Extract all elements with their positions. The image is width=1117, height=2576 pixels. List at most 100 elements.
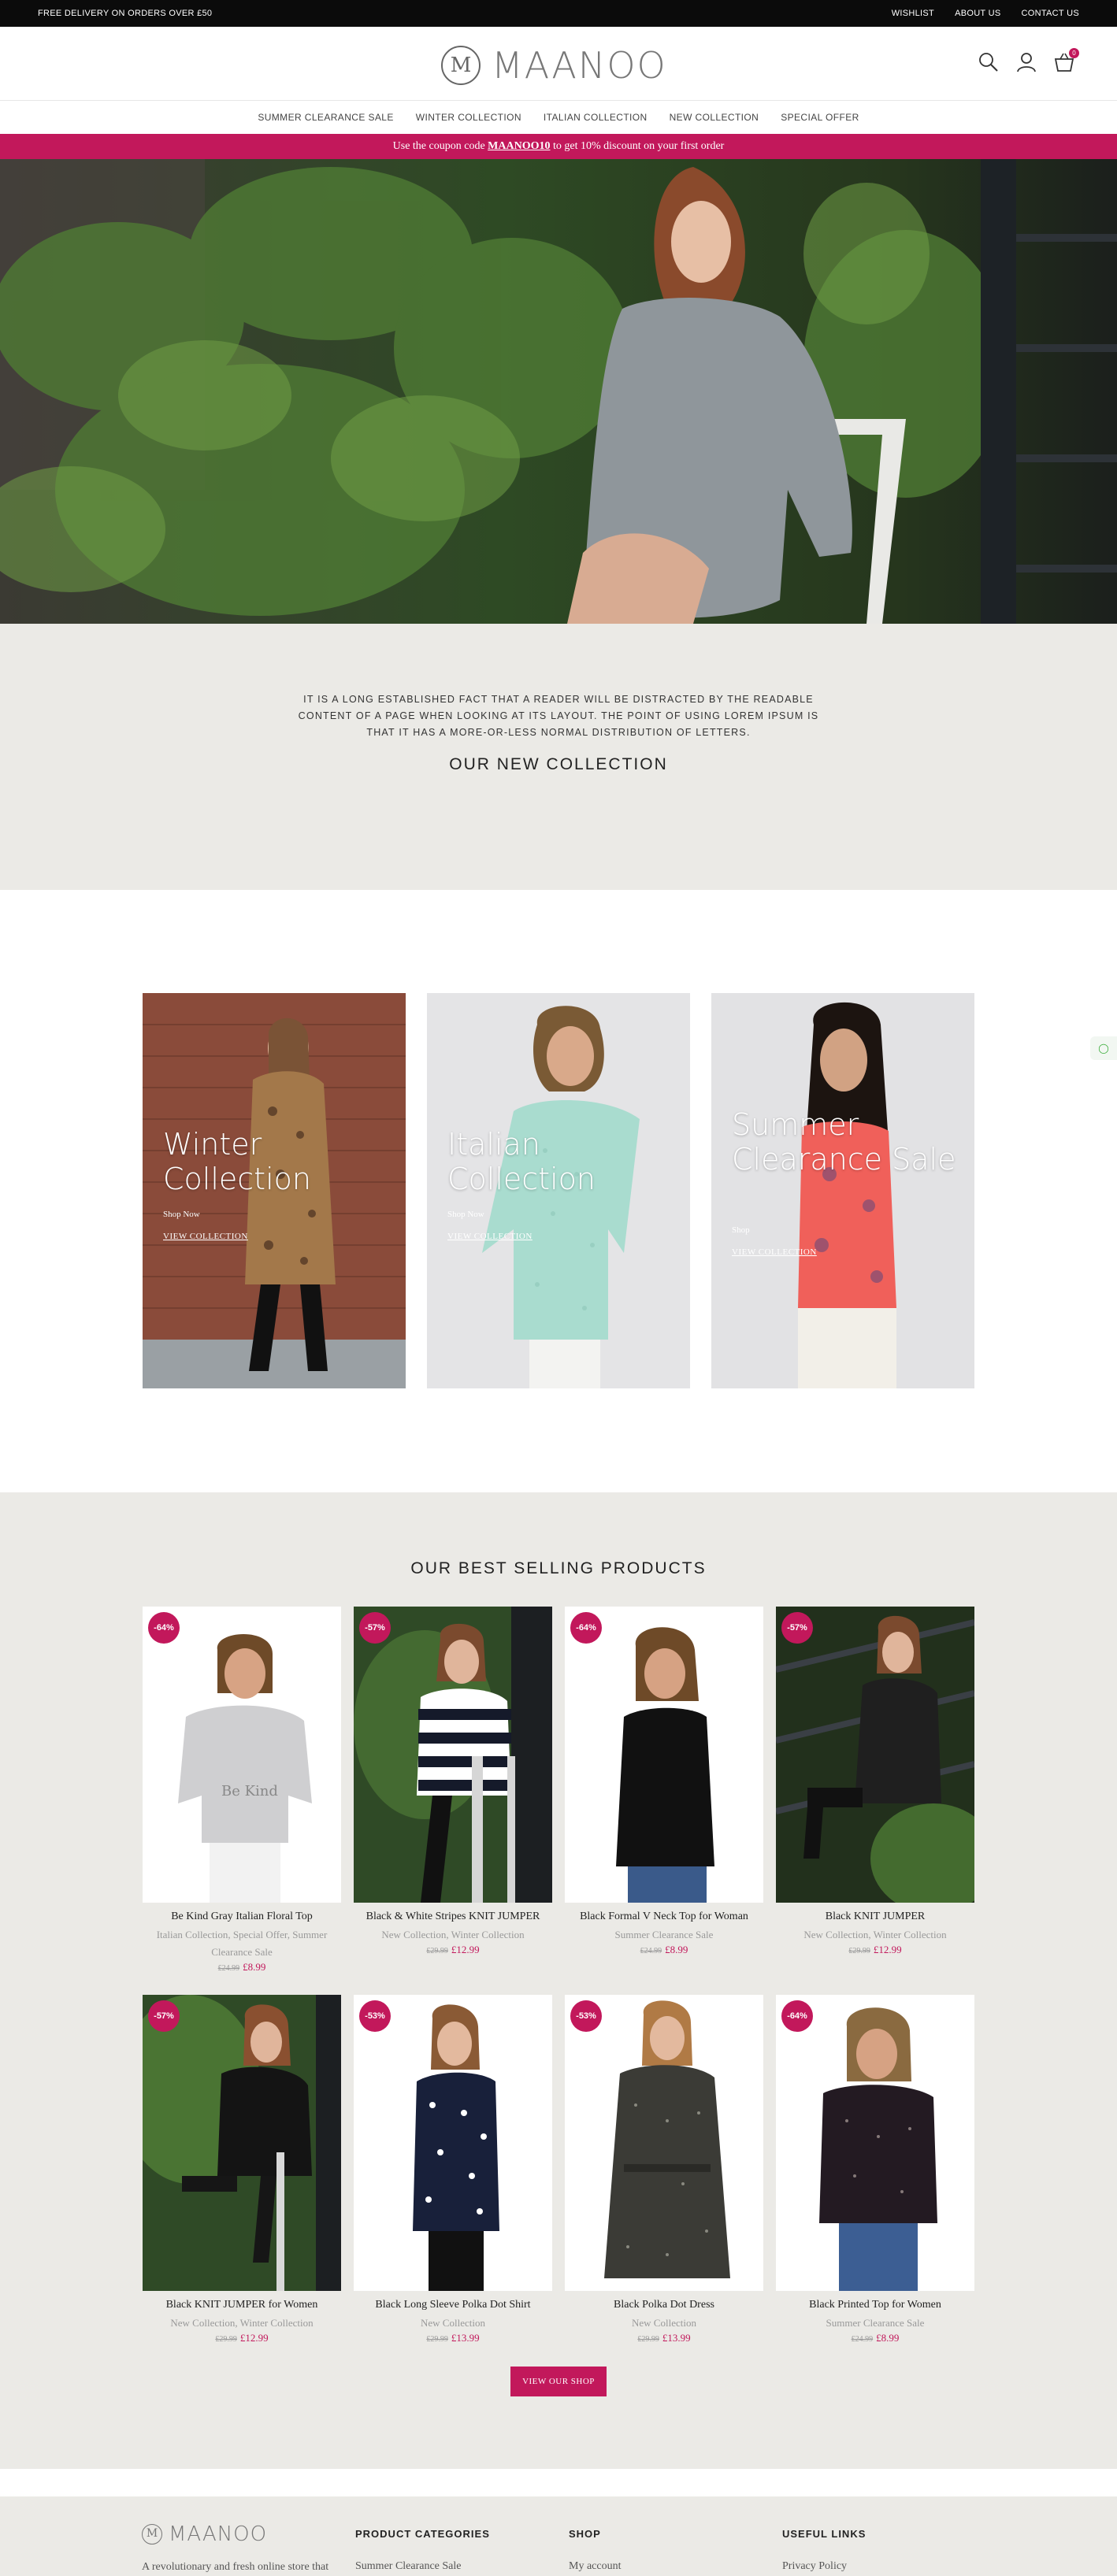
summer-collection-title: Summer Clearance Sale <box>732 1107 956 1177</box>
search-icon[interactable] <box>977 50 1000 74</box>
old-price: £29.99 <box>637 2335 659 2344</box>
product-card: -64% Black Printed Top for Women Summer … <box>776 1995 974 2344</box>
logo-text: MAANOO <box>492 44 667 87</box>
product-card: -57% Black & White Stripes KNIT JUMPER N… <box>354 1607 552 1956</box>
nav-new-collection[interactable]: NEW COLLECTION <box>670 112 759 123</box>
product-card: Be Kind -64% Be Kind Gray Italian Floral… <box>143 1607 341 1974</box>
intro-text: It is a long established fact that a rea… <box>298 694 819 738</box>
collection-card-summer[interactable]: Summer Clearance Sale Shop VIEW COLLECTI… <box>711 993 974 1388</box>
footer-column-product-categories: PRODUCT CATEGORIES Summer Clearance Sale <box>355 2528 490 2573</box>
summer-shop-now[interactable]: Shop <box>732 1225 750 1235</box>
svg-text:Be Kind: Be Kind <box>221 1783 278 1799</box>
wishlist-link[interactable]: WISHLIST <box>892 9 934 18</box>
italian-view-collection[interactable]: VIEW COLLECTION <box>447 1232 533 1241</box>
hero-image <box>0 159 1117 624</box>
footer-link[interactable]: My account <box>569 2560 621 2573</box>
product-image[interactable]: -57% <box>354 1607 552 1903</box>
sale-price: £8.99 <box>243 1961 266 1973</box>
product-image[interactable]: -64% <box>565 1607 763 1903</box>
footer-link[interactable]: Privacy Policy <box>782 2560 866 2573</box>
product-card: -53% Black Polka Dot Dress New Collectio… <box>565 1995 763 2344</box>
product-image[interactable]: -53% <box>565 1995 763 2291</box>
product-price: £29.99 £13.99 <box>354 2332 552 2344</box>
footer-column-title: SHOP <box>569 2528 601 2540</box>
coupon-text-after: to get 10% discount on your first order <box>550 140 725 152</box>
product-image[interactable]: -53% <box>354 1995 552 2291</box>
coupon-text-before: Use the coupon code <box>392 140 488 152</box>
old-price: £29.99 <box>215 2335 237 2344</box>
product-name[interactable]: Black KNIT JUMPER for Women <box>143 2299 341 2311</box>
product-image[interactable]: -57% <box>143 1995 341 2291</box>
about-us-link[interactable]: ABOUT US <box>955 9 1000 18</box>
site-footer: M MAANOO A revolutionary and fresh onlin… <box>0 2496 1117 2576</box>
sale-price: £12.99 <box>873 1944 902 1955</box>
footer-link[interactable]: Summer Clearance Sale <box>355 2560 490 2573</box>
summer-view-collection[interactable]: VIEW COLLECTION <box>732 1247 817 1257</box>
cart-icon[interactable]: 0 <box>1052 48 1079 74</box>
winter-collection-title: Winter Collection <box>163 1127 311 1196</box>
product-name[interactable]: Be Kind Gray Italian Floral Top <box>143 1911 341 1923</box>
italian-collection-title: Italian Collection <box>447 1127 596 1196</box>
logo-mark: M <box>441 46 481 85</box>
footer-logo-mark: M <box>142 2524 162 2544</box>
footer-logo[interactable]: M MAANOO <box>142 2522 267 2546</box>
winter-view-collection[interactable]: VIEW COLLECTION <box>163 1232 248 1241</box>
new-collection-heading: OUR NEW COLLECTION <box>449 755 668 773</box>
product-name[interactable]: Black & White Stripes KNIT JUMPER <box>354 1911 552 1923</box>
winter-shop-now[interactable]: Shop Now <box>163 1210 200 1219</box>
site-header: M MAANOO 0 <box>0 27 1117 101</box>
collection-card-italian[interactable]: Italian Collection Shop Now VIEW COLLECT… <box>427 993 690 1388</box>
product-name[interactable]: Black Polka Dot Dress <box>565 2299 763 2311</box>
old-price: £24.99 <box>217 1964 240 1973</box>
product-name[interactable]: Black Printed Top for Women <box>776 2299 974 2311</box>
product-name[interactable]: Black KNIT JUMPER <box>776 1911 974 1923</box>
footer-tagline: A revolutionary and fresh online store t… <box>142 2561 329 2573</box>
sale-price: £8.99 <box>876 2332 900 2344</box>
discount-badge: -64% <box>570 1612 602 1644</box>
footer-column-title: PRODUCT CATEGORIES <box>355 2528 490 2540</box>
product-name[interactable]: Black Long Sleeve Polka Dot Shirt <box>354 2299 552 2311</box>
italian-shop-now[interactable]: Shop Now <box>447 1210 484 1219</box>
product-price: £29.99 £12.99 <box>354 1944 552 1956</box>
discount-badge: -64% <box>781 2000 813 2032</box>
top-links: WISHLIST ABOUT US CONTACT US <box>892 9 1079 18</box>
product-image[interactable]: Be Kind -64% <box>143 1607 341 1903</box>
sale-price: £8.99 <box>665 1944 688 1955</box>
product-price: £24.99 £8.99 <box>776 2332 974 2344</box>
product-categories: New Collection, Winter Collection <box>803 1929 947 1940</box>
old-price: £24.99 <box>851 2335 874 2344</box>
footer-logo-text: MAANOO <box>169 2522 268 2546</box>
nav-special-offer[interactable]: SPECIAL OFFER <box>781 112 859 123</box>
summer-collection-image <box>711 993 974 1388</box>
nav-summer-clearance-sale[interactable]: SUMMER CLEARANCE SALE <box>258 112 393 123</box>
cart-count-badge: 0 <box>1069 48 1079 58</box>
product-name[interactable]: Black Formal V Neck Top for Woman <box>565 1911 763 1923</box>
sale-price: £13.99 <box>662 2332 691 2344</box>
header-icons: 0 <box>977 48 1079 74</box>
product-categories: New Collection, Winter Collection <box>170 2317 314 2329</box>
side-widget-tab[interactable]: ◯ <box>1090 1036 1117 1060</box>
contact-us-link[interactable]: CONTACT US <box>1022 9 1080 18</box>
nav-winter-collection[interactable]: WINTER COLLECTION <box>416 112 521 123</box>
old-price: £29.99 <box>848 1947 870 1955</box>
site-logo[interactable]: M MAANOO <box>441 44 667 87</box>
footer-column-useful-links: USEFUL LINKS Privacy Policy <box>782 2528 866 2573</box>
nav-italian-collection[interactable]: ITALIAN COLLECTION <box>544 112 648 123</box>
product-card: -57% Black KNIT JUMPER for Women New Col… <box>143 1995 341 2344</box>
view-our-shop-button[interactable]: VIEW OUR SHOP <box>510 2367 607 2396</box>
discount-badge: -57% <box>781 1612 813 1644</box>
intro-section: It is a long established fact that a rea… <box>0 624 1117 890</box>
product-image[interactable]: -64% <box>776 1995 974 2291</box>
old-price: £24.99 <box>640 1947 662 1955</box>
product-price: £29.99 £12.99 <box>143 2332 341 2344</box>
sale-price: £13.99 <box>451 2332 480 2344</box>
free-delivery-notice: FREE DELIVERY ON ORDERS OVER £50 <box>38 9 213 18</box>
product-categories: New Collection <box>421 2317 485 2329</box>
user-icon[interactable] <box>1015 50 1038 74</box>
collection-card-winter[interactable]: Winter Collection Shop Now VIEW COLLECTI… <box>143 993 406 1388</box>
sale-price: £12.99 <box>239 2332 269 2344</box>
product-categories: Italian Collection, Special Offer, Summe… <box>156 1929 328 1958</box>
hero-photo <box>0 159 1117 624</box>
product-image[interactable]: -57% <box>776 1607 974 1903</box>
sale-price: £12.99 <box>451 1944 480 1955</box>
